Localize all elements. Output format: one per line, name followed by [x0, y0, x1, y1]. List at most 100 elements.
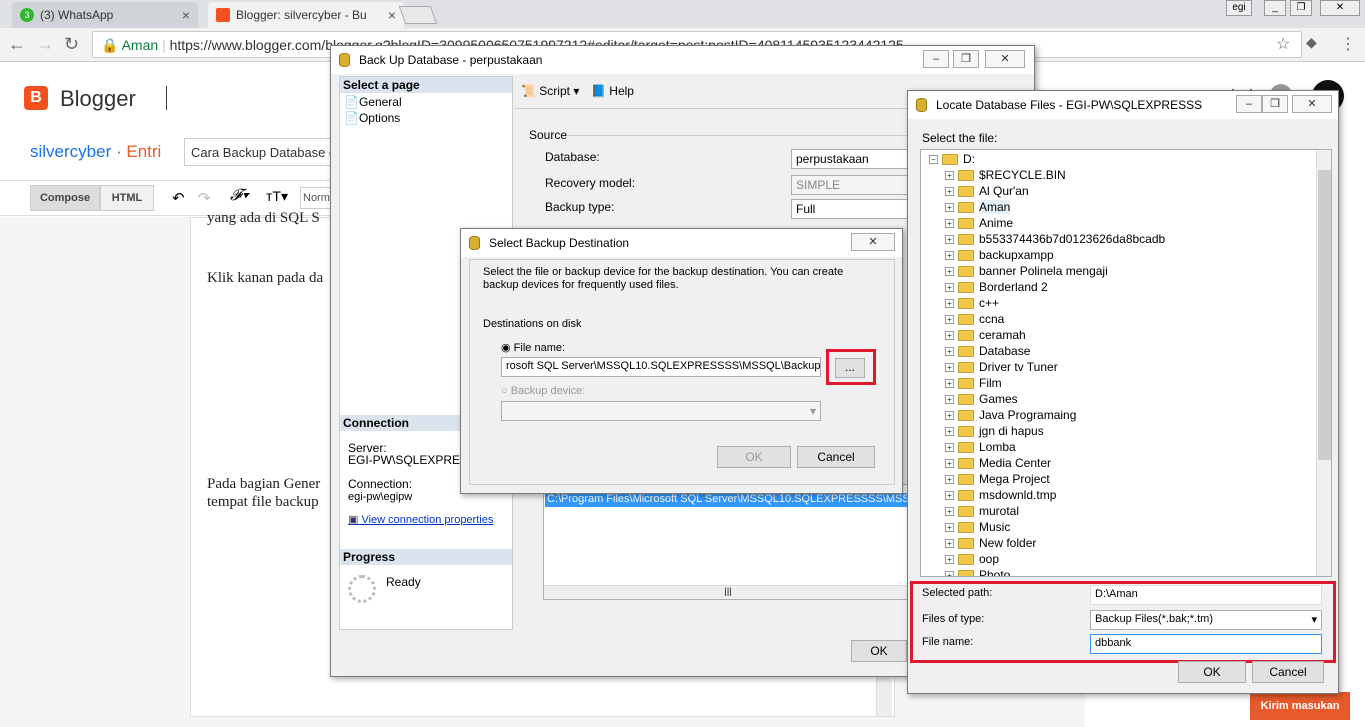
font-icon[interactable]: 𝓕▾	[230, 187, 249, 205]
expand-icon[interactable]: +	[945, 554, 954, 564]
backup-device-radio[interactable]: ○ Backup device:	[501, 385, 585, 397]
expand-icon[interactable]: +	[945, 314, 954, 324]
ok-button[interactable]: OK	[851, 640, 907, 662]
tree-folder-item[interactable]: + Borderland 2	[945, 279, 1048, 295]
expand-icon[interactable]: +	[945, 282, 954, 292]
star-icon[interactable]: ☆	[1276, 34, 1290, 54]
post-title-input[interactable]: Cara Backup Database d	[184, 138, 344, 166]
destination-item[interactable]: C:\Program Files\Microsoft SQL Server\MS…	[545, 493, 911, 507]
tree-folder-item[interactable]: + Java Programaing	[945, 407, 1076, 423]
expand-icon[interactable]: +	[945, 234, 954, 244]
tree-root[interactable]: − D:	[929, 151, 975, 167]
ok-button[interactable]: OK	[717, 446, 791, 468]
tree-folder-item[interactable]: + Al Qur'an	[945, 183, 1029, 199]
profile-button[interactable]: egi	[1226, 0, 1252, 16]
close-window-button[interactable]: ✕	[1320, 0, 1360, 16]
extension-icon[interactable]: ◆	[1306, 34, 1317, 51]
page-options[interactable]: 📄Options	[344, 111, 400, 125]
undo-icon[interactable]: ↶	[172, 189, 185, 207]
compose-button[interactable]: Compose	[30, 185, 100, 211]
tree-folder-item[interactable]: + Film	[945, 375, 1002, 391]
tree-folder-item[interactable]: + banner Polinela mengaji	[945, 263, 1108, 279]
new-tab-button[interactable]	[398, 6, 438, 24]
expand-icon[interactable]: +	[945, 218, 954, 228]
expand-icon[interactable]: +	[945, 266, 954, 276]
ok-button[interactable]: OK	[1178, 661, 1246, 683]
minimize-button[interactable]: –	[1236, 95, 1262, 113]
tab-blogger[interactable]: Blogger: silvercyber - Bu ×	[208, 2, 404, 28]
tree-folder-item[interactable]: + Database	[945, 343, 1030, 359]
expand-icon[interactable]: +	[945, 474, 954, 484]
tree-folder-item[interactable]: + New folder	[945, 535, 1036, 551]
html-button[interactable]: HTML	[100, 185, 154, 211]
file-name-radio[interactable]: ◉ File name:	[501, 341, 565, 354]
tree-folder-item[interactable]: + Driver tv Tuner	[945, 359, 1058, 375]
minimize-button[interactable]: _	[1264, 0, 1286, 16]
page-general[interactable]: 📄General	[344, 95, 402, 109]
format-select[interactable]: Norm	[300, 187, 334, 209]
menu-icon[interactable]: ⋮	[1340, 34, 1356, 54]
view-connection-link[interactable]: ▣ View connection properties	[348, 513, 493, 526]
maximize-button[interactable]: ❐	[1262, 95, 1288, 113]
expand-icon[interactable]: +	[945, 458, 954, 468]
tree-folder-item[interactable]: + msdownld.tmp	[945, 487, 1056, 503]
tree-folder-item[interactable]: + Mega Project	[945, 471, 1050, 487]
expand-icon[interactable]: +	[945, 202, 954, 212]
expand-icon[interactable]: +	[945, 442, 954, 452]
tree-folder-item[interactable]: + oop	[945, 551, 999, 567]
help-button[interactable]: 📘 Help	[591, 84, 634, 98]
expand-icon[interactable]: +	[945, 570, 954, 576]
database-select[interactable]: perpustakaan	[791, 149, 911, 169]
forward-icon[interactable]: →	[36, 34, 54, 55]
tree-folder-item[interactable]: + b553374436b7d0123626da8bcadb	[945, 231, 1165, 247]
cancel-button[interactable]: Cancel	[1252, 661, 1324, 683]
expand-icon[interactable]: +	[945, 170, 954, 180]
expand-icon[interactable]: +	[945, 410, 954, 420]
feedback-button[interactable]: Kirim masukan	[1250, 692, 1350, 720]
close-button[interactable]: ✕	[985, 50, 1025, 68]
tree-folder-item[interactable]: + murotal	[945, 503, 1019, 519]
redo-icon[interactable]: ↷	[198, 189, 211, 207]
back-icon[interactable]: ←	[8, 34, 26, 55]
expand-icon[interactable]: +	[945, 330, 954, 340]
horizontal-scrollbar[interactable]: |||	[544, 585, 912, 599]
expand-icon[interactable]: +	[945, 186, 954, 196]
expand-icon[interactable]: +	[945, 394, 954, 404]
tree-folder-item[interactable]: + ceramah	[945, 327, 1026, 343]
tree-folder-item[interactable]: + jgn di hapus	[945, 423, 1044, 439]
tree-folder-item[interactable]: + Games	[945, 391, 1018, 407]
expand-icon[interactable]: +	[945, 490, 954, 500]
blog-name[interactable]: silvercyber	[30, 142, 111, 161]
expand-icon[interactable]: +	[945, 298, 954, 308]
font-size-icon[interactable]: тT▾	[266, 188, 288, 205]
tab-whatsapp[interactable]: 3 (3) WhatsApp ×	[12, 2, 198, 28]
expand-icon[interactable]: +	[945, 522, 954, 532]
close-icon[interactable]: ×	[182, 7, 190, 23]
expand-icon[interactable]: +	[945, 346, 954, 356]
backup-type-select[interactable]: Full	[791, 199, 911, 219]
scrollbar-thumb[interactable]	[1318, 170, 1331, 460]
tree-folder-item[interactable]: + Photo	[945, 567, 1010, 576]
tree-folder-item[interactable]: + Aman	[945, 199, 1011, 215]
tree-folder-item[interactable]: + Lomba	[945, 439, 1016, 455]
tree-folder-item[interactable]: + Anime	[945, 215, 1013, 231]
vertical-scrollbar[interactable]	[1316, 150, 1331, 576]
minimize-button[interactable]: –	[923, 50, 949, 68]
expand-icon[interactable]: +	[945, 362, 954, 372]
file-tree[interactable]: − D: + $RECYCLE.BIN + Al Qur'an + Aman + Anime + b…	[920, 149, 1332, 577]
close-icon[interactable]: ×	[388, 7, 396, 23]
destination-list[interactable]: C:\Program Files\Microsoft SQL Server\MS…	[543, 484, 913, 600]
tree-folder-item[interactable]: + Music	[945, 519, 1010, 535]
expand-icon[interactable]: +	[945, 378, 954, 388]
maximize-button[interactable]: ❐	[953, 50, 979, 68]
tree-folder-item[interactable]: + $RECYCLE.BIN	[945, 167, 1066, 183]
expand-icon[interactable]: +	[945, 506, 954, 516]
tree-folder-item[interactable]: + ccna	[945, 311, 1004, 327]
expand-icon[interactable]: +	[945, 426, 954, 436]
reload-icon[interactable]: ↻	[64, 34, 79, 55]
collapse-icon[interactable]: −	[929, 154, 938, 164]
close-button[interactable]: ✕	[1292, 95, 1332, 113]
file-name-input[interactable]: rosoft SQL Server\MSSQL10.SQLEXPRESSSS\M…	[501, 357, 821, 377]
close-button[interactable]: ✕	[851, 233, 895, 251]
cancel-button[interactable]: Cancel	[797, 446, 875, 468]
